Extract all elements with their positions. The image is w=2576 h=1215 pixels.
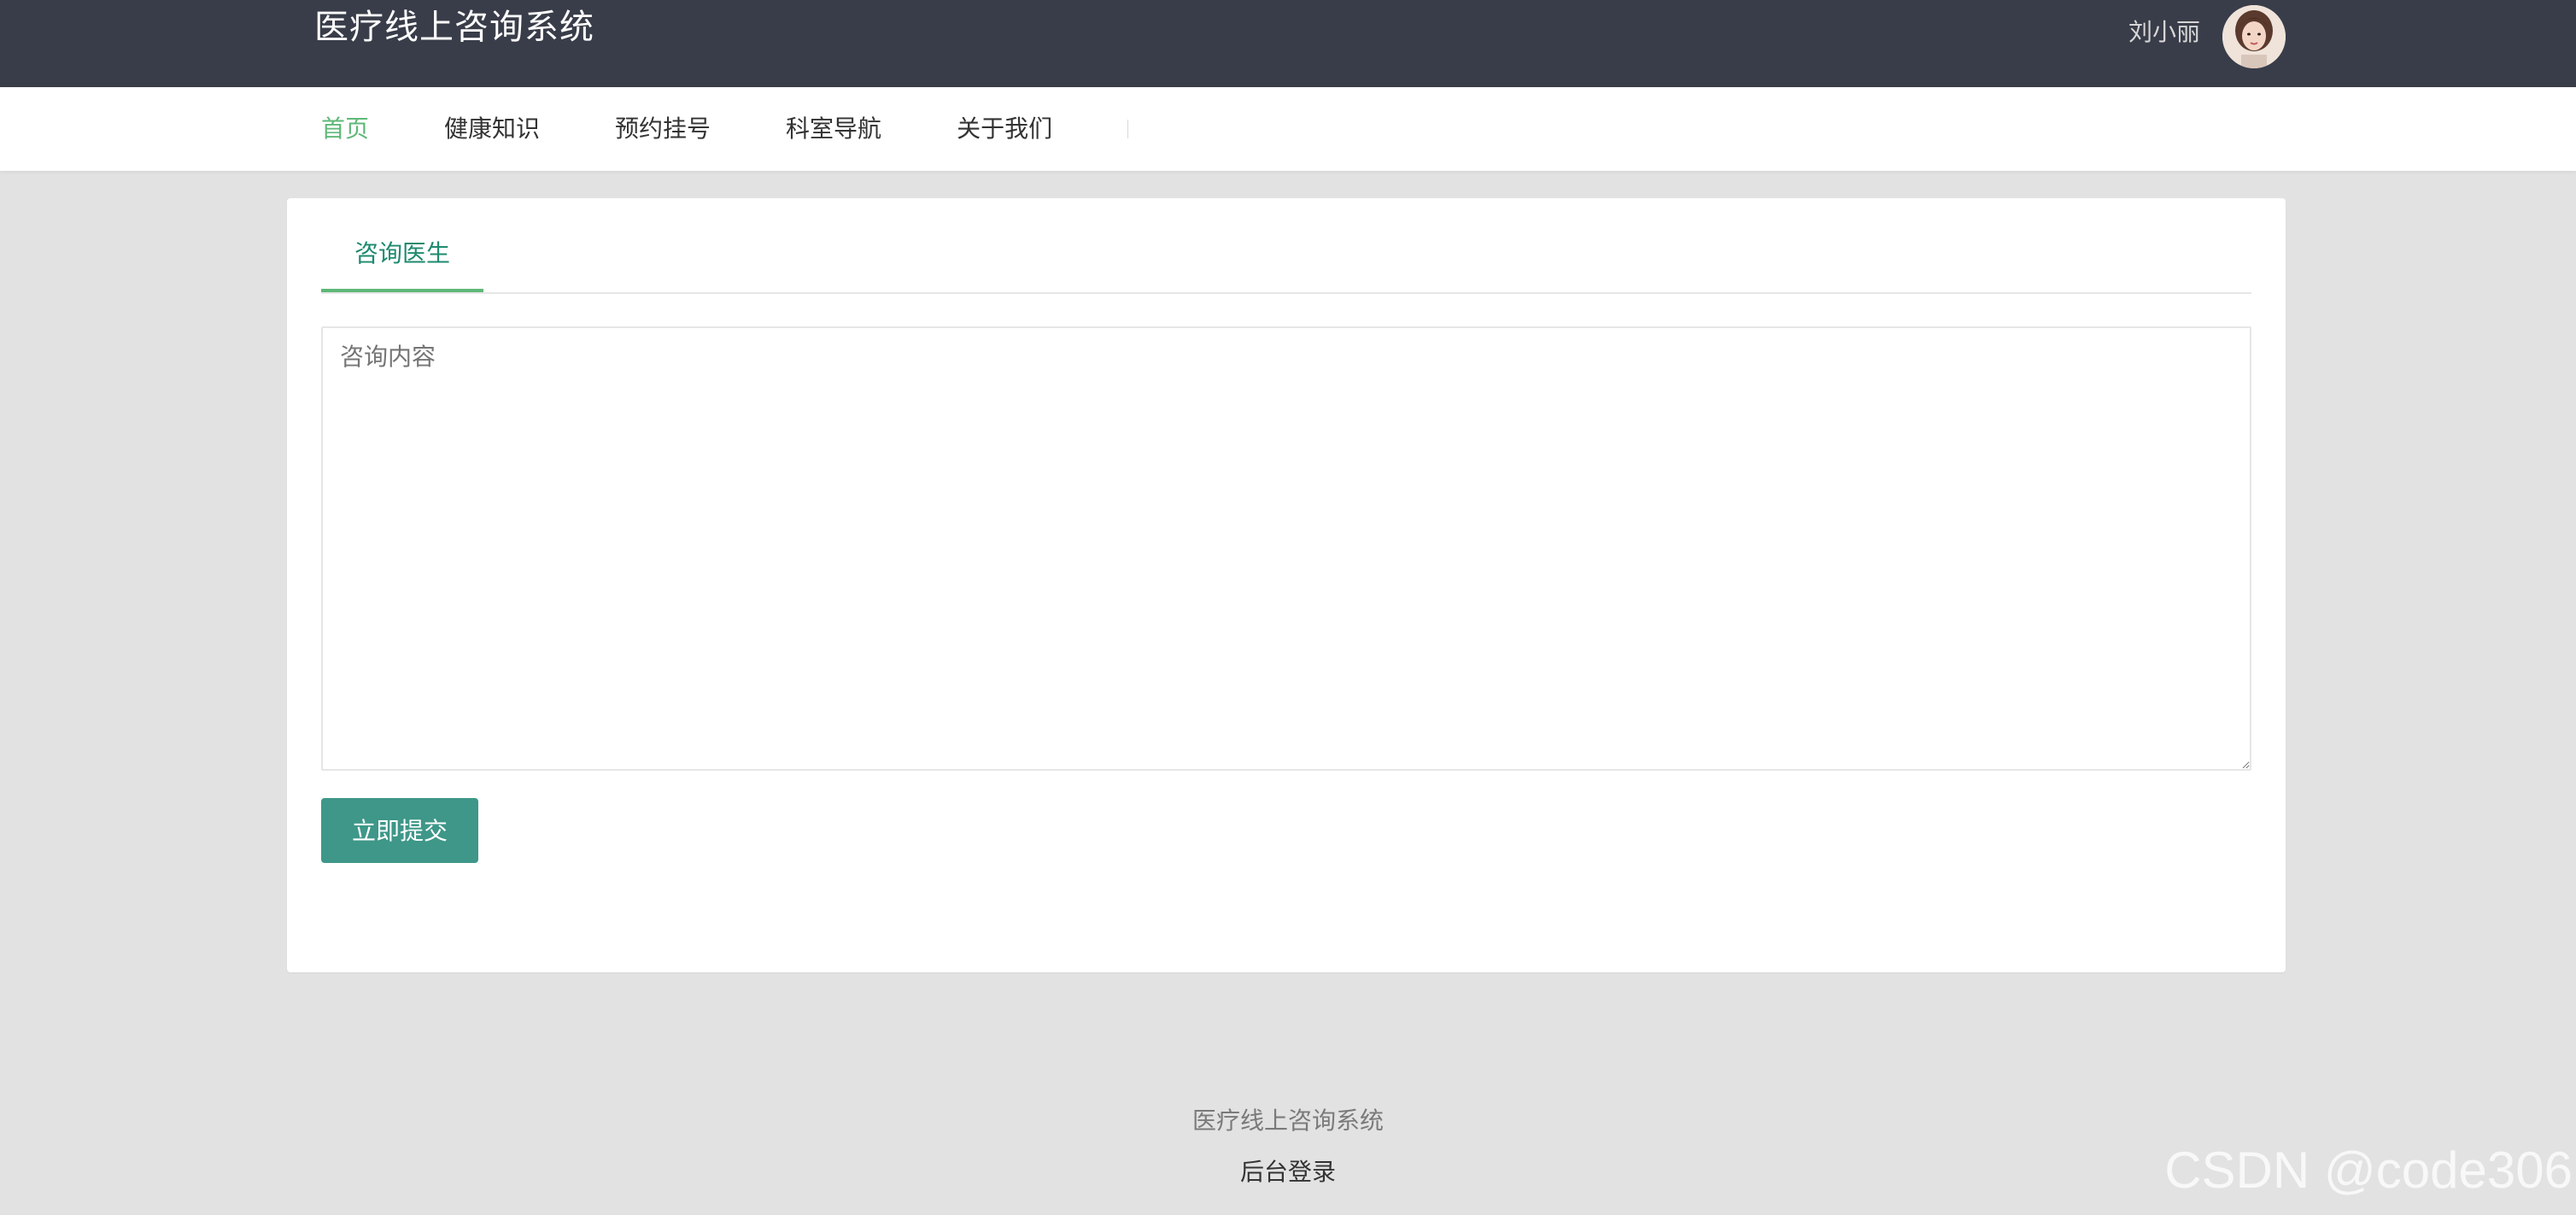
top-header: 医疗线上咨询系统 刘小丽 [0, 0, 2576, 87]
footer-title: 医疗线上咨询系统 [1191, 1106, 1384, 1135]
nav-item-home[interactable]: 首页 [321, 112, 369, 146]
user-avatar-icon[interactable] [2222, 5, 2286, 68]
main-nav: 首页 健康知识 预约挂号 科室导航 关于我们 [0, 87, 2576, 171]
nav-item-health-knowledge[interactable]: 健康知识 [444, 112, 540, 146]
nav-list: 首页 健康知识 预约挂号 科室导航 关于我们 [321, 87, 1129, 171]
nav-item-about-us[interactable]: 关于我们 [957, 112, 1052, 146]
tab-bar: 咨询医生 [321, 231, 2251, 294]
consult-content-input[interactable] [321, 326, 2251, 771]
submit-button[interactable]: 立即提交 [321, 798, 478, 863]
nav-divider [1127, 120, 1129, 138]
app-title[interactable]: 医疗线上咨询系统 [314, 3, 594, 51]
nav-item-appointment[interactable]: 预约挂号 [615, 112, 711, 146]
nav-item-department-nav[interactable]: 科室导航 [786, 112, 881, 146]
avatar-image [2222, 5, 2286, 68]
tab-consult-doctor[interactable]: 咨询医生 [321, 231, 483, 292]
watermark: CSDN @code306 [2164, 1142, 2573, 1199]
consult-card: 咨询医生 立即提交 [287, 198, 2286, 972]
user-name[interactable]: 刘小丽 [2128, 15, 2200, 50]
